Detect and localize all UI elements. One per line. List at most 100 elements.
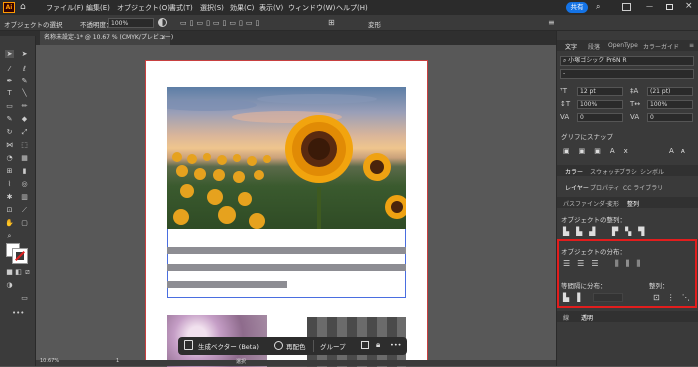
duplicate-icon[interactable] <box>361 341 369 349</box>
close-window-icon[interactable]: × <box>685 1 693 11</box>
blend-tool-icon[interactable]: ◎ <box>20 180 29 188</box>
magic-wand-tool-icon[interactable]: ⁄ <box>5 65 14 73</box>
font-size-field[interactable]: 12 pt <box>577 87 623 96</box>
edit-toolbar-icon[interactable]: ••• <box>12 309 24 317</box>
horizontal-scale-field[interactable]: 100% <box>647 100 693 109</box>
vertical-scale-field[interactable]: 100% <box>577 100 623 109</box>
paintbrush-tool-icon[interactable]: ✏ <box>20 102 29 110</box>
shape-builder-tool-icon[interactable]: ◔ <box>5 154 14 162</box>
share-button[interactable]: 共有 <box>566 2 588 13</box>
print-tiling-tool-icon[interactable]: ▢ <box>20 219 29 227</box>
generate-vector-icon[interactable] <box>184 340 193 350</box>
stroke-swatch[interactable] <box>12 248 28 264</box>
menu-help[interactable]: ヘルプ(H) <box>336 3 368 13</box>
panel-menu-icon[interactable]: ≡ <box>689 42 694 49</box>
width-tool-icon[interactable]: ⋈ <box>5 141 14 149</box>
case-icons[interactable]: Aᴀ <box>669 147 692 155</box>
pen-tool-icon[interactable]: ✒ <box>5 77 14 85</box>
symbol-sprayer-tool-icon[interactable]: ✱ <box>5 193 14 201</box>
recolor-button[interactable]: 再配色 <box>286 341 306 351</box>
tab-properties[interactable]: プロパティ <box>590 183 620 192</box>
rotate-tool-icon[interactable]: ↻ <box>5 128 14 136</box>
recolor-button-icon[interactable] <box>274 341 283 350</box>
graph-tool-icon[interactable]: ▥ <box>20 193 29 201</box>
tab-layers[interactable]: レイヤー <box>565 183 589 192</box>
curvature-tool-icon[interactable]: ✎ <box>20 77 29 85</box>
font-family-field[interactable]: ⌕ 小塚ゴシック Pr6N R <box>560 56 694 66</box>
zoom-level[interactable]: 10.67% <box>40 358 59 364</box>
sunflower-image[interactable] <box>167 87 406 229</box>
kerning-field[interactable]: 0 <box>577 113 623 122</box>
tracking-field[interactable]: 0 <box>647 113 693 122</box>
rectangle-tool-icon[interactable]: ▭ <box>5 102 14 110</box>
none-mode-icon[interactable]: ⧄ <box>23 268 32 276</box>
gradient-tool-icon[interactable]: ▮ <box>20 167 29 175</box>
search-icon[interactable]: ⌕ <box>596 2 600 12</box>
lock-icon[interactable]: 🔒︎ <box>376 340 380 350</box>
eyedropper-tool-icon[interactable]: ⌇ <box>5 180 14 188</box>
tab-character[interactable]: 文字 <box>565 42 577 51</box>
tab-paragraph[interactable]: 段落 <box>588 42 600 51</box>
menu-effect[interactable]: 効果(C) <box>230 3 254 13</box>
more-options-button[interactable]: ••• <box>390 341 402 349</box>
zoom-tool-icon[interactable]: ⌕ <box>5 232 14 240</box>
workspace-icon[interactable] <box>622 3 631 11</box>
leading-field[interactable]: (21 pt) <box>647 87 693 96</box>
panel-options-icon[interactable]: ≡ <box>548 18 555 27</box>
generate-vector-button[interactable]: 生成ベクター (Beta) <box>198 341 259 351</box>
tab-color-guide[interactable]: カラーガイド <box>643 42 679 51</box>
font-style-field[interactable]: - <box>560 69 694 79</box>
mesh-tool-icon[interactable]: ⊞ <box>5 167 14 175</box>
tab-stroke[interactable]: 線 <box>563 313 569 322</box>
document-tab[interactable]: 名称未設定-1* @ 10.67 % (CMYK/プレビュー) × <box>40 31 173 45</box>
artboard-number[interactable]: 1 <box>116 358 119 364</box>
free-transform-tool-icon[interactable]: ⬚ <box>20 141 29 149</box>
tab-symbols[interactable]: シンボル <box>640 167 664 176</box>
lasso-tool-icon[interactable]: ℓ <box>20 65 29 73</box>
draw-mode-icon[interactable]: ◑ <box>5 281 14 289</box>
hand-tool-icon[interactable]: ✋ <box>5 219 14 227</box>
align-objects-icons[interactable]: ▙▙▟ ▛▚▜ <box>563 227 651 236</box>
scale-tool-icon[interactable]: ⤢ <box>20 128 29 136</box>
color-mode-icon[interactable]: ■ <box>5 268 14 276</box>
restore-icon[interactable] <box>666 4 673 10</box>
menu-view[interactable]: 表示(V) <box>259 3 283 13</box>
transform-label[interactable]: 変形 <box>368 19 381 29</box>
menu-file[interactable]: ファイル(F) <box>46 3 84 13</box>
group-button[interactable]: グループ <box>320 341 346 351</box>
glyph-snap-icons[interactable]: ▣▣▣Ax <box>563 147 637 155</box>
text-bar-2[interactable] <box>167 264 406 271</box>
line-tool-icon[interactable]: ╲ <box>20 89 29 97</box>
text-bar-3[interactable] <box>167 281 287 288</box>
opacity-field[interactable]: 100% <box>108 18 154 28</box>
menu-window[interactable]: ウィンドウ(W) <box>288 3 335 13</box>
grid-icon[interactable]: ⊞ <box>328 18 335 27</box>
tab-transparency[interactable]: 透明 <box>581 313 593 322</box>
text-bar-1[interactable] <box>167 247 406 254</box>
tab-brushes[interactable]: ブラシ <box>619 167 637 176</box>
tab-color[interactable]: カラー <box>565 167 583 176</box>
artboard-tool-icon[interactable]: ⊡ <box>5 206 14 214</box>
close-tab-icon[interactable]: × <box>161 31 166 45</box>
slice-tool-icon[interactable]: ⟋ <box>20 206 29 214</box>
gradient-mode-icon[interactable]: ◧ <box>14 268 23 276</box>
align-icons-group[interactable]: ▭▯▭▯▭▯▭▯▭▯ <box>180 19 262 27</box>
direct-selection-tool-icon[interactable]: ➤ <box>20 50 29 58</box>
screen-mode-icon[interactable]: ▭ <box>20 294 29 302</box>
tab-pathfinder[interactable]: パスファインダー <box>563 199 611 208</box>
perspective-grid-tool-icon[interactable]: ▦ <box>20 154 29 162</box>
recolor-icon[interactable] <box>158 18 167 27</box>
tab-swatches[interactable]: スウォッチ <box>590 167 620 176</box>
tab-transform[interactable]: 変形 <box>607 199 619 208</box>
menu-object[interactable]: オブジェクト(O) <box>117 3 170 13</box>
tab-cc-libraries[interactable]: CC ライブラリ <box>623 183 663 192</box>
selection-tool-icon[interactable]: ➤ <box>5 50 14 58</box>
shaper-tool-icon[interactable]: ✎ <box>5 115 14 123</box>
minimize-icon[interactable]: — <box>646 2 653 10</box>
app-logo[interactable]: Ai <box>3 2 15 13</box>
type-tool-icon[interactable]: T <box>5 89 14 97</box>
eraser-tool-icon[interactable]: ◆ <box>20 115 29 123</box>
menu-type[interactable]: 書式(T) <box>169 3 193 13</box>
tab-align[interactable]: 整列 <box>627 199 639 208</box>
menu-edit[interactable]: 編集(E) <box>86 3 110 13</box>
